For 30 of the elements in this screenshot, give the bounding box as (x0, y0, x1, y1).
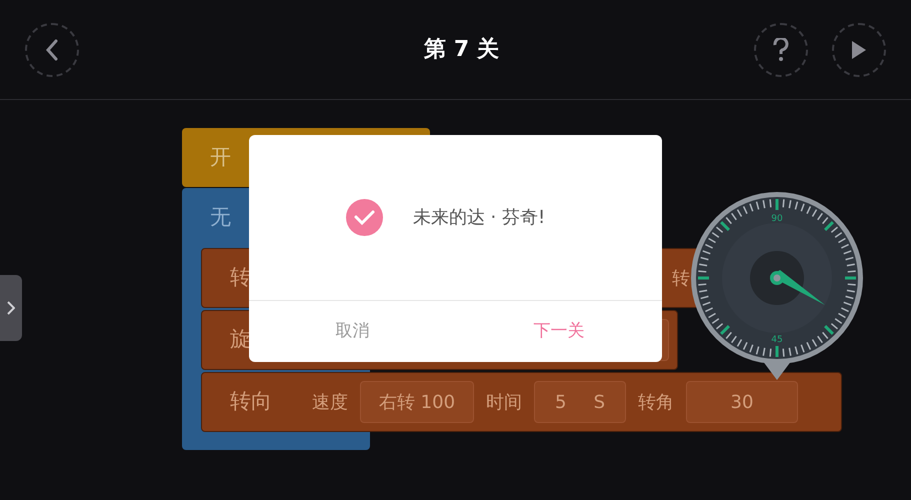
value-field[interactable]: 30 (686, 381, 798, 423)
value-field[interactable]: 右转 100 (360, 381, 474, 423)
chevron-left-icon (45, 38, 59, 60)
help-button[interactable] (754, 22, 808, 76)
cancel-button[interactable]: 取消 (249, 301, 456, 362)
check-circle-icon (346, 199, 383, 236)
level-title: 第 7 关 (424, 36, 499, 64)
dial-needle[interactable] (770, 270, 825, 305)
back-button[interactable] (25, 22, 79, 76)
command-block[interactable]: 转向 速度 右转 100 时间 5 S 转角 30 (201, 372, 842, 432)
block-label: 转向 (230, 388, 272, 416)
block-label: 开 (210, 144, 231, 171)
block-label: 无 (210, 204, 231, 232)
next-level-button[interactable]: 下一关 (456, 301, 662, 362)
block-label: 转 (230, 264, 251, 292)
value-field[interactable]: 5 S (534, 381, 626, 423)
dial-scale-label: 90 (771, 214, 783, 224)
side-drawer-tab[interactable] (0, 275, 22, 341)
dialog-message: 未来的达 · 芬奇! (412, 206, 546, 230)
dial-scale-label: 45 (771, 335, 783, 345)
block-label: 旋 (230, 326, 251, 354)
param-label: 转角 (638, 390, 674, 414)
angle-dial[interactable] (691, 192, 863, 380)
chevron-right-icon (7, 301, 15, 315)
question-mark-icon (772, 38, 789, 62)
param-label: 速度 (312, 390, 348, 414)
param-label: 时间 (486, 390, 522, 414)
play-button[interactable] (832, 22, 886, 76)
param-label: 转 (672, 266, 690, 290)
play-icon (850, 40, 867, 60)
